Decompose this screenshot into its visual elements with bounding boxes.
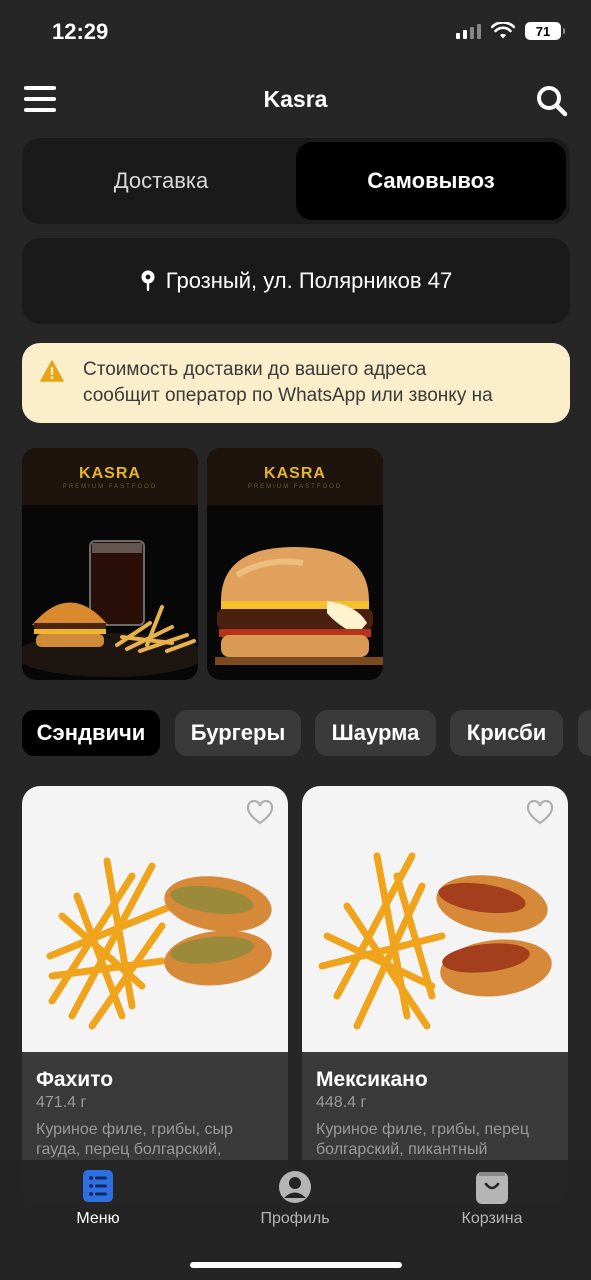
promo-card-burger[interactable]: KASRA PREMIUM FASTFOOD: [207, 448, 383, 680]
tab-profile-label: Профиль: [260, 1210, 330, 1227]
burger-image: [207, 505, 383, 680]
tab-menu[interactable]: Меню: [28, 1170, 168, 1230]
tab-pickup[interactable]: Самовывоз: [296, 142, 566, 220]
combo-meal-image: [22, 505, 198, 680]
promo-header: KASRA PREMIUM FASTFOOD: [207, 448, 383, 505]
menu-list-icon: [83, 1170, 113, 1202]
signal-icon: [456, 23, 481, 39]
profile-icon: [279, 1171, 311, 1203]
status-time: 12:29: [52, 19, 109, 44]
favorite-heart-icon[interactable]: [526, 800, 554, 826]
chip-sandwiches[interactable]: Сэндвичи: [22, 710, 160, 756]
promo-subtitle: PREMIUM FASTFOOD: [247, 484, 343, 490]
product-weight: 471.4 г: [36, 1094, 87, 1111]
promo-header: KASRA PREMIUM FASTFOOD: [22, 448, 198, 505]
delivery-cost-notice: Стоимость доставки до вашего адреса сооб…: [22, 343, 570, 423]
product-card-fajita[interactable]: Фахито 471.4 г Куриное филе, грибы, сыр …: [22, 786, 288, 1206]
tab-profile[interactable]: Профиль: [225, 1170, 365, 1230]
location-pin-icon: [141, 270, 155, 291]
shopping-bag-icon: [476, 1172, 508, 1204]
top-app-bar: Kasra: [0, 70, 591, 130]
tab-delivery[interactable]: Доставка: [26, 142, 296, 220]
status-icons: 71: [456, 22, 565, 40]
status-bar: 12:29 71: [0, 0, 591, 62]
wifi-icon: [491, 22, 515, 39]
chip-shawarma[interactable]: Шаурма: [315, 710, 436, 756]
notice-fade: [510, 343, 570, 423]
product-description: Куриное филе, грибы, сыр гауда, перец бо…: [36, 1121, 233, 1158]
product-name: Мексикано: [316, 1068, 428, 1091]
product-name: Фахито: [36, 1068, 114, 1091]
battery-icon: 71: [525, 22, 565, 40]
category-chips: Сэндвичи Бургеры Шаурма Крисби: [22, 708, 591, 760]
promo-logo: KASRA: [79, 465, 141, 482]
delivery-mode-toggle: Доставка Самовывоз: [22, 138, 570, 224]
address-text: Грозный, ул. Полярников 47: [165, 268, 453, 293]
promo-subtitle: PREMIUM FASTFOOD: [62, 484, 158, 490]
product-weight: 448.4 г: [316, 1094, 367, 1111]
warning-icon: [40, 360, 64, 382]
chip-crispy[interactable]: Крисби: [450, 710, 563, 756]
chip-burgers[interactable]: Бургеры: [175, 710, 301, 756]
tab-menu-label: Меню: [76, 1210, 120, 1227]
search-icon[interactable]: [535, 84, 569, 118]
promo-card-combo[interactable]: KASRA PREMIUM FASTFOOD: [22, 448, 198, 680]
tab-cart[interactable]: Корзина: [422, 1170, 562, 1230]
favorite-heart-icon[interactable]: [246, 800, 274, 826]
tab-cart-label: Корзина: [461, 1210, 523, 1227]
chip-more[interactable]: [578, 710, 591, 756]
address-selector[interactable]: Грозный, ул. Полярников 47: [22, 238, 570, 324]
promo-logo: KASRA: [264, 465, 326, 482]
notice-text: Стоимость доставки до вашего адреса сооб…: [83, 359, 493, 406]
app-title: Kasra: [263, 86, 328, 112]
product-card-mexicano[interactable]: Мексикано 448.4 г Куриное филе, грибы, п…: [302, 786, 568, 1206]
product-description: Куриное филе, грибы, перец болгарский, п…: [316, 1121, 530, 1158]
home-indicator: [190, 1262, 402, 1268]
